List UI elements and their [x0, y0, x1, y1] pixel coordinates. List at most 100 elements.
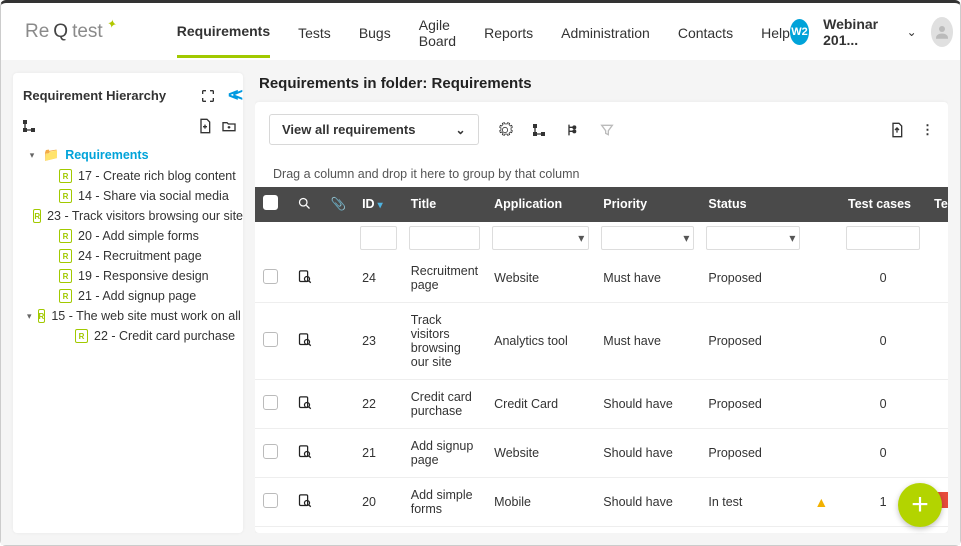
requirements-panel: View all requirements ⌄: [255, 102, 948, 533]
filter-select[interactable]: ▾: [601, 226, 694, 250]
nav-item-contacts[interactable]: Contacts: [678, 7, 733, 57]
preview-icon[interactable]: [297, 394, 313, 410]
collapse-panel-icon[interactable]: <<: [228, 85, 237, 106]
filter-input[interactable]: [409, 226, 480, 250]
filter-select[interactable]: ▾: [492, 226, 589, 250]
nav-item-agile-board[interactable]: Agile Board: [419, 0, 456, 65]
hierarchy-toggle-icon[interactable]: [531, 122, 547, 138]
table-row[interactable]: 23Track visitors browsing our siteAnalyt…: [255, 302, 948, 379]
chevron-down-icon: ⌄: [455, 123, 465, 137]
new-folder-icon[interactable]: [221, 118, 237, 134]
cell-title: Track visitors browsing our site: [403, 302, 486, 379]
table-row[interactable]: 20Add simple formsMobileShould haveIn te…: [255, 477, 948, 526]
tree-view-icon[interactable]: [565, 122, 581, 138]
more-menu-icon[interactable]: ⋮: [921, 122, 934, 138]
attachment-icon: 📎: [331, 197, 347, 211]
column-header[interactable]: [806, 187, 840, 222]
sort-indicator-icon[interactable]: ▾: [378, 200, 383, 211]
expand-icon[interactable]: [200, 88, 216, 104]
column-header[interactable]: Test cases: [840, 187, 926, 222]
new-requirement-icon[interactable]: [197, 118, 213, 134]
row-checkbox[interactable]: [263, 269, 278, 284]
row-checkbox[interactable]: [263, 332, 278, 347]
brand-logo: ReQtest✦: [25, 21, 117, 43]
cell-title: Responsive design: [403, 526, 486, 533]
nav-item-bugs[interactable]: Bugs: [359, 7, 391, 57]
column-header[interactable]: Status: [700, 187, 806, 222]
tree-item[interactable]: 23 - Track visitors browsing our site: [47, 209, 243, 223]
panel-toolbar: View all requirements ⌄: [255, 102, 948, 157]
tree-item[interactable]: 21 - Add signup page: [78, 289, 196, 303]
column-header[interactable]: [255, 187, 289, 222]
app-header: ReQtest✦ RequirementsTestsBugsAgile Boar…: [1, 3, 960, 61]
row-checkbox[interactable]: [263, 493, 278, 508]
cell-id: 23: [354, 302, 403, 379]
nav-item-administration[interactable]: Administration: [561, 7, 650, 57]
warning-icon: ▲: [814, 494, 828, 510]
nav-item-requirements[interactable]: Requirements: [177, 5, 270, 58]
table-row[interactable]: 22Credit card purchaseCredit CardShould …: [255, 379, 948, 428]
cell-title: Recruitment page: [403, 254, 486, 303]
select-all-checkbox[interactable]: [263, 195, 278, 210]
nav-item-help[interactable]: Help: [761, 7, 790, 57]
tree-item[interactable]: 24 - Recruitment page: [78, 249, 202, 263]
requirements-table: 📎 ID▾TitleApplicationPriorityStatus Test c…: [255, 187, 948, 533]
main-nav: Requirements Tests Bugs Agile Board Reports A…: [177, 0, 790, 65]
tree-item[interactable]: 20 - Add simple forms: [78, 229, 199, 243]
column-header[interactable]: Title: [403, 187, 486, 222]
column-header[interactable]: ID▾: [354, 187, 403, 222]
hierarchy-icon[interactable]: [21, 118, 37, 134]
column-header[interactable]: 📎: [323, 187, 355, 222]
tree-toggle[interactable]: ▾: [27, 311, 32, 322]
nav-item-reports[interactable]: Reports: [484, 7, 533, 57]
preview-icon[interactable]: [297, 492, 313, 508]
filter-input[interactable]: [360, 226, 397, 250]
table-row[interactable]: 21Add signup pageWebsiteShould havePropo…: [255, 428, 948, 477]
add-button[interactable]: +: [898, 483, 942, 527]
cell-title: Add simple forms: [403, 477, 486, 526]
project-switcher[interactable]: Webinar 201...: [823, 16, 893, 48]
requirement-icon: R: [38, 309, 46, 323]
cell-id: 21: [354, 428, 403, 477]
column-header[interactable]: Application: [486, 187, 595, 222]
requirement-icon: R: [59, 169, 72, 183]
tree-root[interactable]: Requirements: [65, 148, 148, 162]
requirements-table-wrap[interactable]: 📎 ID▾TitleApplicationPriorityStatus Test c…: [255, 187, 948, 533]
tree-item[interactable]: 15 - The web site must work on all l: [51, 309, 243, 323]
requirement-icon: R: [59, 189, 72, 203]
tree-item[interactable]: 14 - Share via social media: [78, 189, 229, 203]
tree-item[interactable]: 19 - Responsive design: [78, 269, 209, 283]
cell-id: 24: [354, 254, 403, 303]
cell-title: Add signup page: [403, 428, 486, 477]
requirement-icon: R: [75, 329, 88, 343]
table-row[interactable]: 19Responsive designMobile,WebsiteMust ha…: [255, 526, 948, 533]
preview-icon[interactable]: [297, 331, 313, 347]
main-area: Requirement Hierarchy << ▾📁RequirementsR…: [1, 61, 960, 545]
filter-icon[interactable]: [599, 122, 615, 138]
user-avatar[interactable]: [931, 17, 953, 47]
export-icon[interactable]: [889, 122, 905, 138]
tree-toggle[interactable]: ▾: [27, 150, 37, 161]
row-checkbox[interactable]: [263, 395, 278, 410]
tree-item[interactable]: 17 - Create rich blog content: [78, 169, 236, 183]
group-drop-hint[interactable]: Drag a column and drop it here to group …: [255, 157, 948, 187]
requirement-icon: R: [59, 229, 72, 243]
filter-input[interactable]: [846, 226, 920, 250]
requirement-icon: R: [59, 289, 72, 303]
row-checkbox[interactable]: [263, 444, 278, 459]
chevron-down-icon[interactable]: ⌄: [907, 25, 917, 39]
table-row[interactable]: 24Recruitment pageWebsiteMust havePropos…: [255, 254, 948, 303]
requirement-tree: ▾📁RequirementsR17 - Create rich blog con…: [21, 144, 243, 346]
filter-select[interactable]: ▾: [706, 226, 800, 250]
column-header[interactable]: Priority: [595, 187, 700, 222]
preview-icon[interactable]: [297, 268, 313, 284]
cell-id: 22: [354, 379, 403, 428]
search-icon[interactable]: [297, 195, 313, 211]
preview-icon[interactable]: [297, 443, 313, 459]
nav-item-tests[interactable]: Tests: [298, 7, 331, 57]
column-header[interactable]: Test re: [926, 187, 948, 222]
tree-item[interactable]: 22 - Credit card purchase: [94, 329, 235, 343]
gear-icon[interactable]: [497, 122, 513, 138]
view-selector[interactable]: View all requirements ⌄: [269, 114, 479, 145]
column-header[interactable]: [289, 187, 323, 222]
